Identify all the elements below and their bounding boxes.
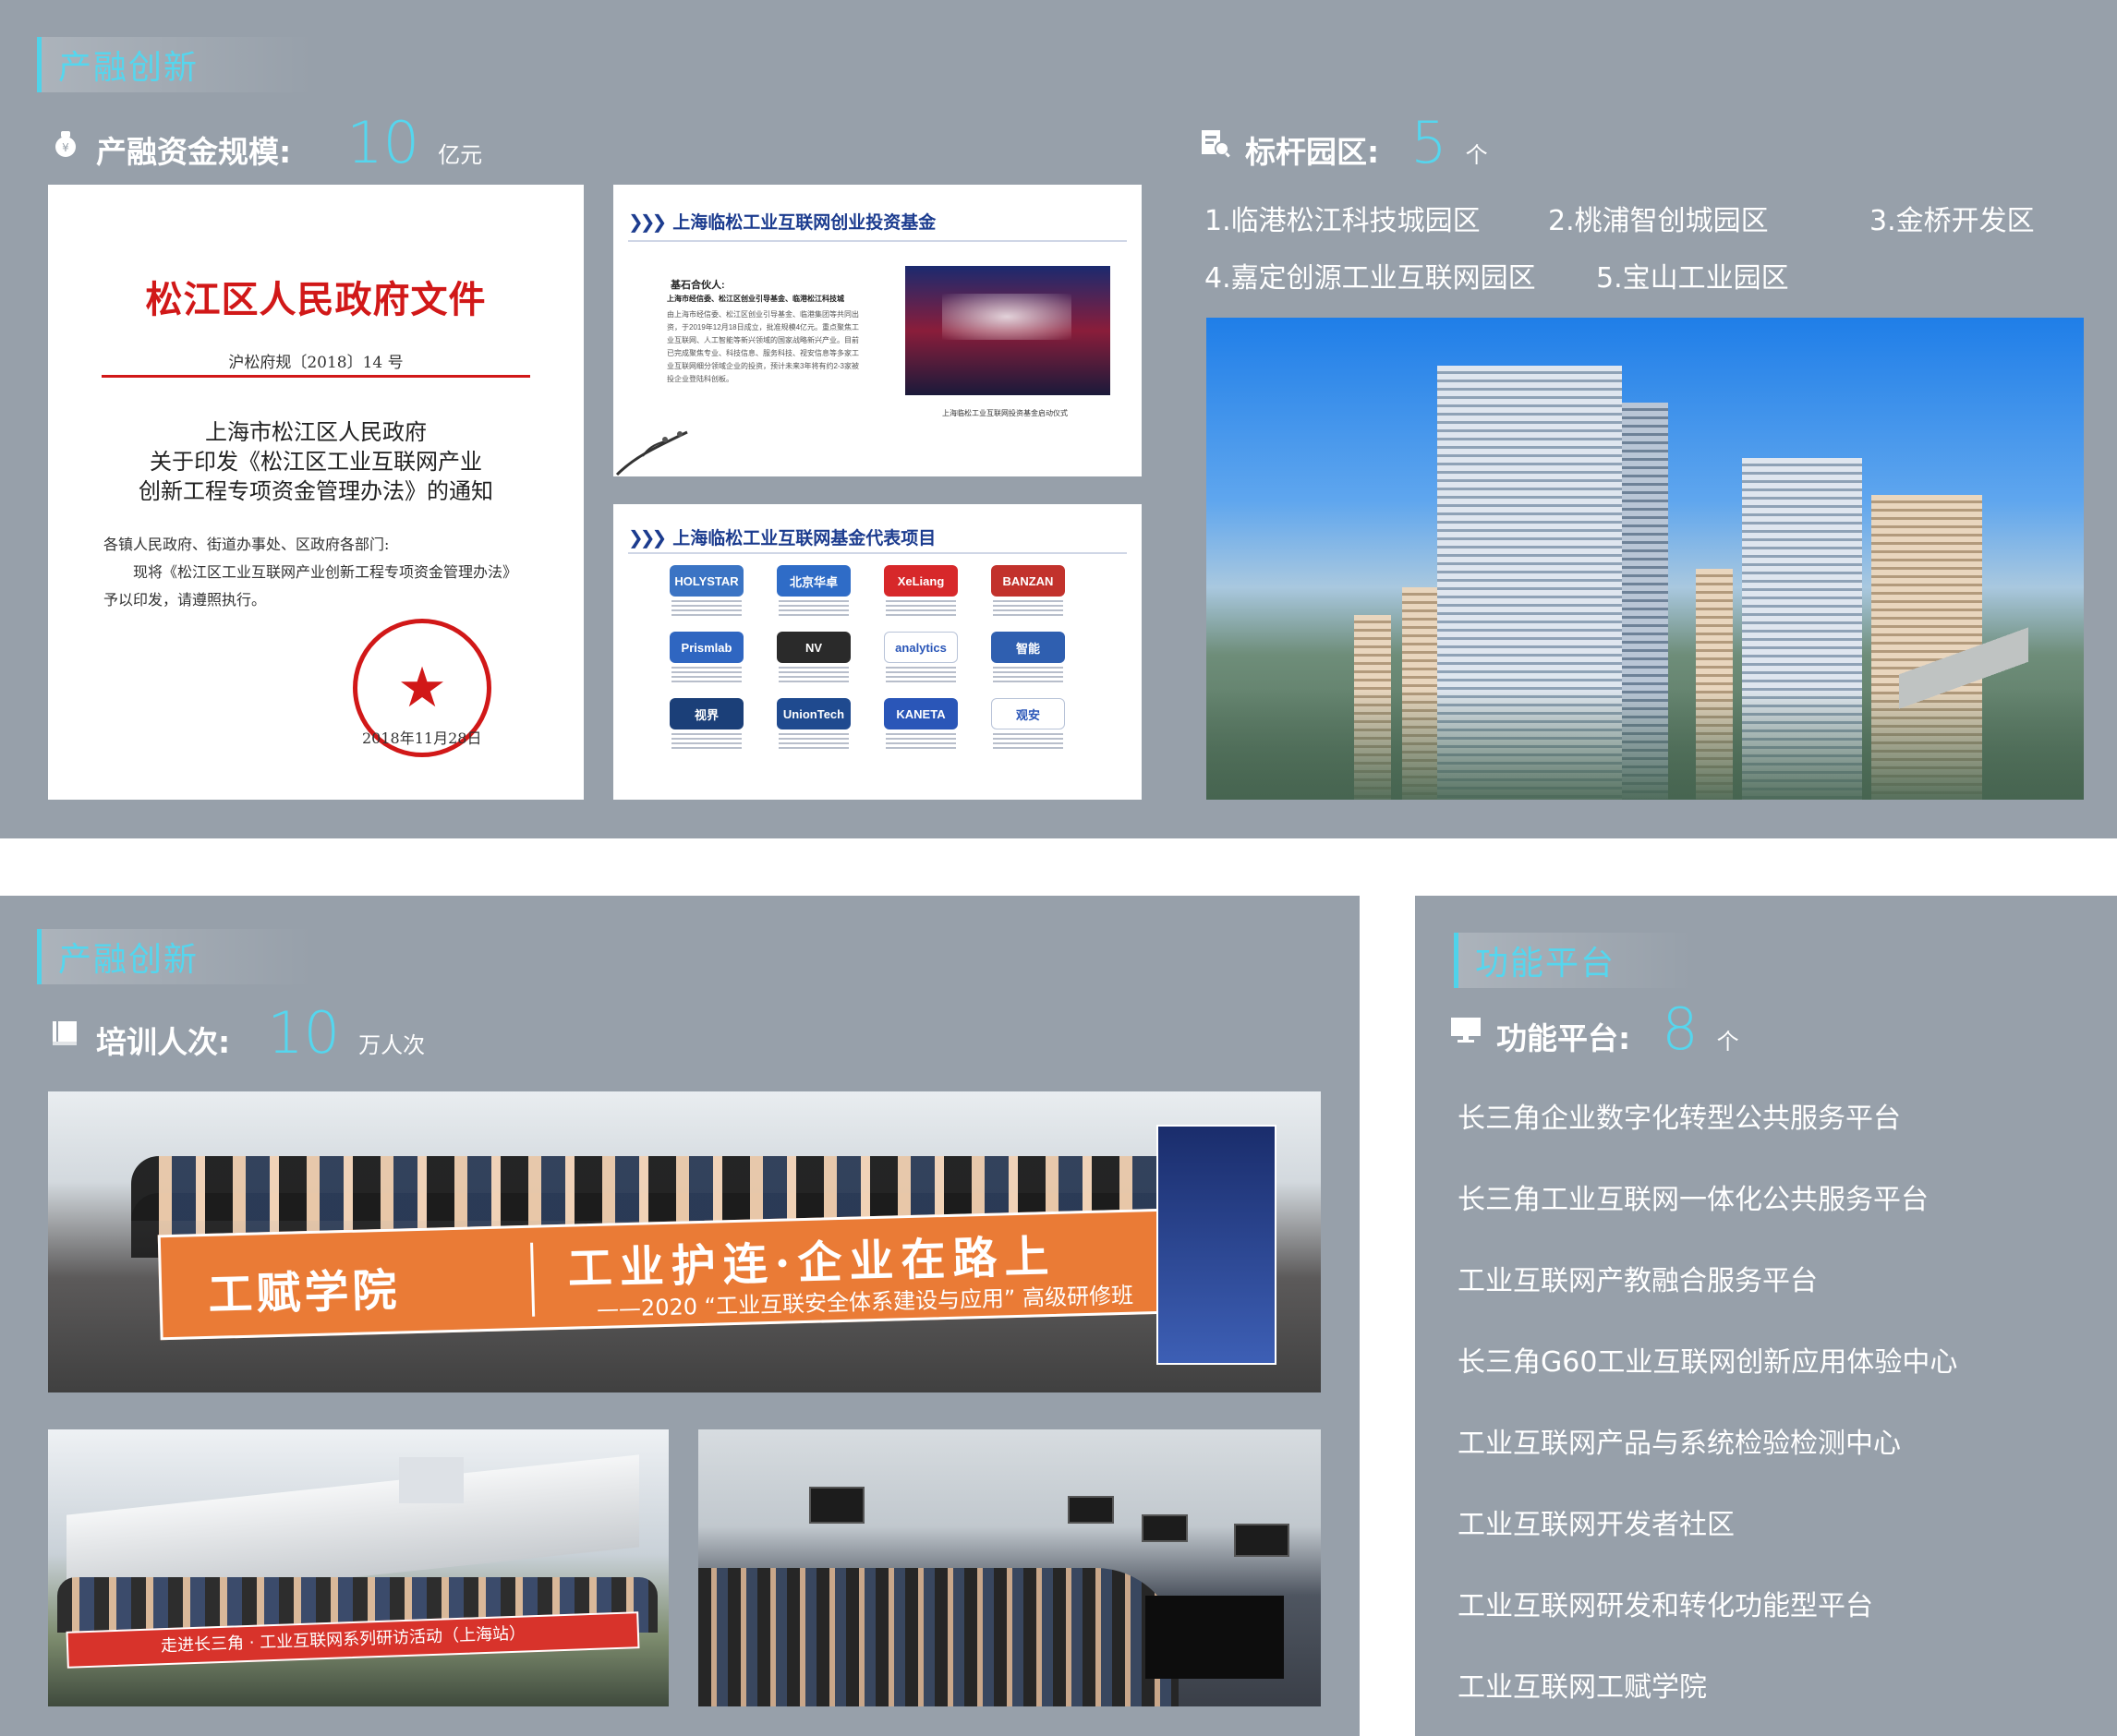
slide-subheading: 基石合伙人: bbox=[671, 280, 725, 291]
company-logo-item: KANETA bbox=[883, 698, 959, 750]
money-bag-icon: ¥ bbox=[50, 128, 81, 158]
company-logo: UnionTech bbox=[777, 698, 851, 729]
platform-item: 工业互联网开发者社区 bbox=[1458, 1509, 1735, 1541]
company-logo-item: NV bbox=[776, 632, 852, 683]
launch-ceremony-photo bbox=[905, 266, 1110, 395]
doc-title: 松江区人民政府文件 bbox=[145, 278, 487, 321]
platform-item: 工业互联网产品与系统检验检测中心 bbox=[1458, 1428, 1901, 1460]
section-tab-platforms: 功能平台 bbox=[1454, 933, 1694, 988]
park-skyline-photo bbox=[1206, 318, 2084, 800]
company-logo-item: analytics bbox=[883, 632, 959, 683]
doc-divider bbox=[102, 375, 530, 378]
company-logo-item: HOLYSTAR bbox=[669, 565, 744, 617]
fund-projects-slide: ❯❯❯ 上海临松工业互联网基金代表项目 HOLYSTAR 北京华卓 XeLiang B… bbox=[613, 504, 1142, 800]
park-document-icon bbox=[1199, 128, 1230, 158]
fund-scale-label: 产融资金规模: bbox=[96, 134, 292, 170]
platform-item: 长三角工业互联网一体化公共服务平台 bbox=[1458, 1184, 1929, 1216]
slide-heading-text: 上海临松工业互联网基金代表项目 bbox=[672, 528, 937, 549]
training-count-label: 培训人次: bbox=[96, 1024, 231, 1060]
doc-number: 沪松府规〔2018〕14 号 bbox=[228, 354, 404, 372]
platform-item: 长三角G60工业互联网创新应用体验中心 bbox=[1458, 1346, 1958, 1379]
photo-caption: 上海临松工业互联网投资基金启动仪式 bbox=[942, 409, 1068, 417]
park-item: 3.金桥开发区 bbox=[1869, 205, 2035, 237]
fund-scale-value: 10 bbox=[346, 109, 420, 176]
company-logo: NV bbox=[777, 632, 851, 663]
benchmark-park-unit: 个 bbox=[1465, 142, 1488, 168]
platform-count-value: 8 bbox=[1662, 995, 1699, 1063]
company-logo: Prismlab bbox=[670, 632, 744, 663]
section-tab-label: 产融创新 bbox=[58, 941, 200, 979]
section-tab-industry-finance: 产融创新 bbox=[37, 929, 314, 984]
company-logo-item: 智能 bbox=[990, 632, 1066, 683]
field-visit-photo: 走进长三角 · 工业互联网系列研访活动（上海站） bbox=[48, 1429, 669, 1706]
company-logo-item: UnionTech bbox=[776, 698, 852, 750]
section-tab-label: 功能平台 bbox=[1475, 945, 1616, 983]
doc-heading-line: 关于印发《松江区工业互联网产业 bbox=[150, 449, 482, 475]
company-logo-item: BANZAN bbox=[990, 565, 1066, 617]
chevron-right-icon: ❯❯❯ bbox=[628, 525, 667, 549]
rollup-poster bbox=[1156, 1125, 1276, 1365]
training-count-unit: 万人次 bbox=[358, 1032, 426, 1058]
benchmark-park-label: 标杆园区: bbox=[1245, 134, 1380, 170]
company-logo: BANZAN bbox=[991, 565, 1065, 597]
slide-divider bbox=[628, 240, 1127, 242]
fund-scale-unit: 亿元 bbox=[438, 142, 483, 168]
training-count-value: 10 bbox=[267, 999, 341, 1067]
company-logo: XeLiang bbox=[884, 565, 958, 597]
industry-finance-panel: 产融创新 ¥ 产融资金规模: 10 亿元 标杆园区: 5 个 松江区人民政府文件… bbox=[0, 0, 2117, 838]
book-icon bbox=[50, 1019, 81, 1048]
platform-count-unit: 个 bbox=[1716, 1029, 1739, 1055]
section-tab-industry-finance: 产融创新 bbox=[37, 37, 314, 92]
park-item: 5.宝山工业园区 bbox=[1596, 262, 1789, 295]
park-item: 1.临港松江科技城园区 bbox=[1204, 205, 1481, 237]
platform-item: 工业互联网研发和转化功能型平台 bbox=[1458, 1590, 1873, 1622]
company-logo: 智能 bbox=[991, 632, 1065, 663]
benchmark-park-stat: 标杆园区: 5 个 bbox=[1199, 109, 1488, 176]
plum-branch-icon bbox=[615, 430, 688, 476]
doc-heading-line: 上海市松江区人民政府 bbox=[205, 419, 427, 445]
company-logo-grid: HOLYSTAR 北京华卓 XeLiang BANZAN Prismlab NV analy… bbox=[669, 565, 1094, 750]
company-logo-item: 观安 bbox=[990, 698, 1066, 750]
training-group-photo: 工赋学院 工业护连·企业在路上 ——2020 “工业互联安全体系建设与应用” 高… bbox=[48, 1091, 1321, 1392]
company-logo-item: Prismlab bbox=[669, 632, 744, 683]
company-logo: HOLYSTAR bbox=[670, 565, 744, 597]
chevron-right-icon: ❯❯❯ bbox=[628, 210, 667, 233]
doc-heading-line: 创新工程专项资金管理办法》的通知 bbox=[139, 478, 493, 504]
section-tab-label: 产融创新 bbox=[58, 49, 200, 87]
doc-body-line: 现将《松江区工业互联网产业创新工程专项资金管理办法》 bbox=[133, 563, 518, 581]
monitor-icon bbox=[1450, 1015, 1482, 1044]
slide-divider bbox=[628, 552, 1127, 554]
platform-item: 长三角企业数字化转型公共服务平台 bbox=[1458, 1103, 1901, 1135]
company-logo-item: XeLiang bbox=[883, 565, 959, 617]
platform-count-label: 功能平台: bbox=[1496, 1020, 1631, 1056]
lecture-hall-photo bbox=[698, 1429, 1321, 1706]
svg-text:¥: ¥ bbox=[62, 141, 69, 154]
company-logo: analytics bbox=[884, 632, 958, 663]
slide-heading-text: 上海临松工业互联网创业投资基金 bbox=[672, 212, 937, 233]
slide-partners: 上海市经信委、松江区创业引导基金、临港松江科技城 bbox=[667, 295, 844, 303]
doc-date: 2018年11月28日 bbox=[362, 729, 482, 747]
park-item: 2.桃浦智创城园区 bbox=[1548, 205, 1769, 237]
government-document-image: 松江区人民政府文件 沪松府规〔2018〕14 号 上海市松江区人民政府 关于印发… bbox=[48, 185, 584, 800]
fund-scale-stat: ¥ 产融资金规模: 10 亿元 bbox=[50, 109, 482, 176]
company-logo-item: 视界 bbox=[669, 698, 744, 750]
doc-body-line: 各镇人民政府、街道办事处、区政府各部门: bbox=[103, 536, 390, 553]
slide-body-text: 由上海市经信委、松江区创业引导基金、临港集团等共同出资，于2019年12月18日… bbox=[667, 310, 860, 383]
company-logo: 观安 bbox=[991, 698, 1065, 729]
platform-item: 工业互联网工赋学院 bbox=[1458, 1671, 1707, 1704]
training-count-stat: 培训人次: 10 万人次 bbox=[50, 999, 425, 1067]
company-logo: 北京华卓 bbox=[777, 565, 851, 597]
benchmark-park-value: 5 bbox=[1410, 109, 1447, 176]
company-logo: KANETA bbox=[884, 698, 958, 729]
platform-count-stat: 功能平台: 8 个 bbox=[1450, 995, 1739, 1063]
slide-heading: ❯❯❯ 上海临松工业互联网基金代表项目 bbox=[628, 524, 936, 549]
platform-item: 工业互联网产教融合服务平台 bbox=[1458, 1265, 1818, 1297]
park-item: 4.嘉定创源工业互联网园区 bbox=[1204, 262, 1536, 295]
doc-body-line: 予以印发，请遵照执行。 bbox=[103, 591, 267, 609]
company-logo-item: 北京华卓 bbox=[776, 565, 852, 617]
slide-heading: ❯❯❯ 上海临松工业互联网创业投资基金 bbox=[628, 209, 936, 234]
banner-academy-text: 工赋学院 bbox=[207, 1264, 402, 1321]
company-logo: 视界 bbox=[670, 698, 744, 729]
investment-fund-slide: ❯❯❯ 上海临松工业互联网创业投资基金 基石合伙人: 上海市经信委、松江区创业引… bbox=[613, 185, 1142, 476]
